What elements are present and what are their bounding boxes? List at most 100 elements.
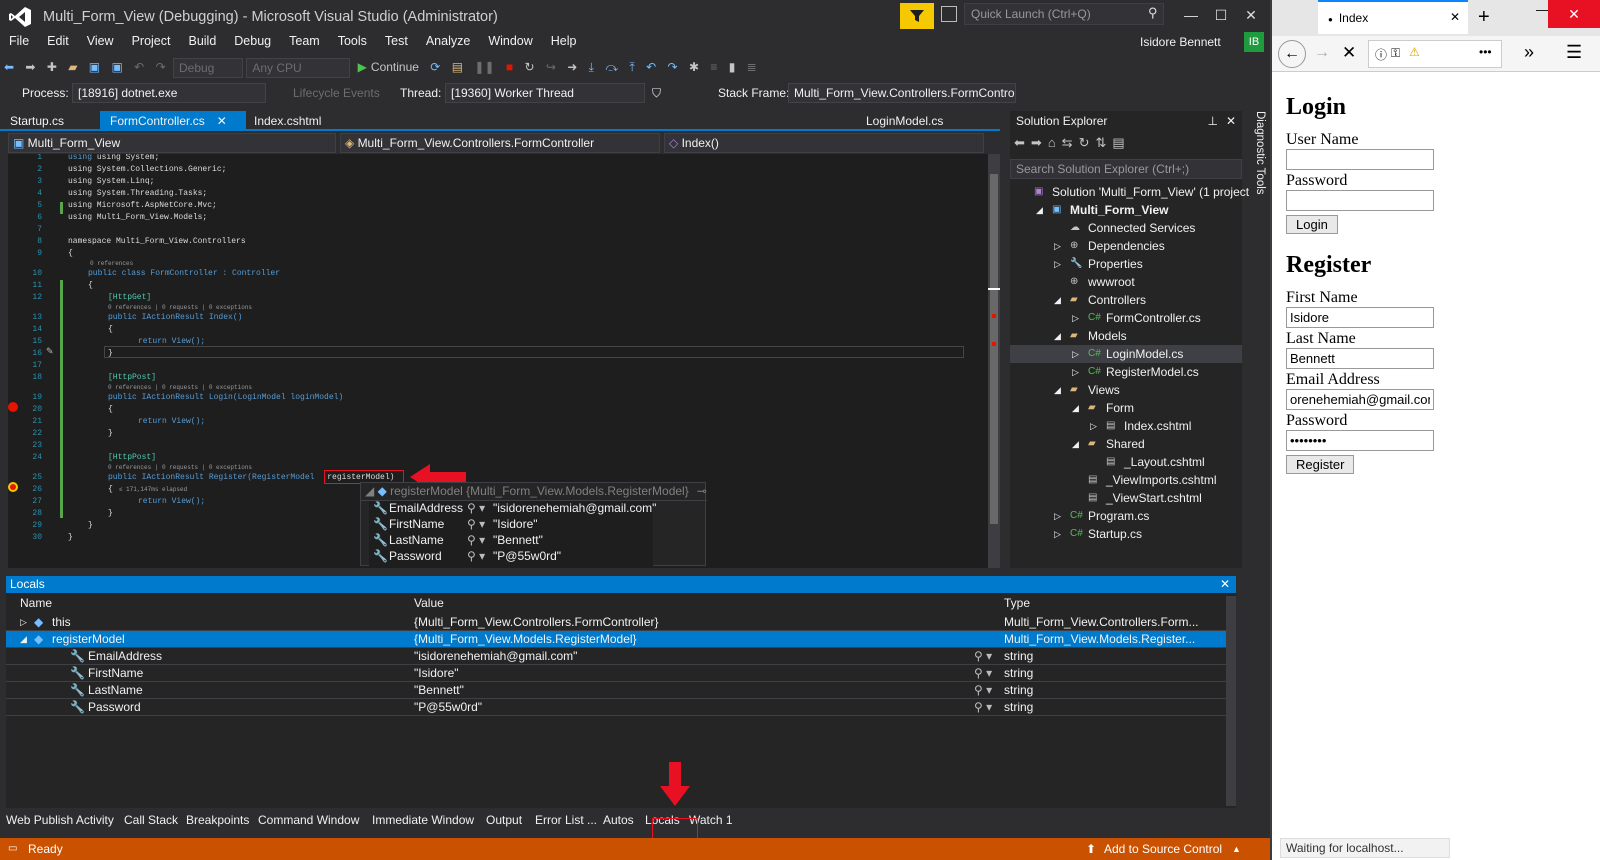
- warning-icon[interactable]: ⚠: [1409, 45, 1420, 59]
- datatip-row[interactable]: 🔧 LastName ⚲ ▾ "Bennett": [369, 533, 653, 549]
- process-dropdown[interactable]: [18916] dotnet.exe: [72, 83, 266, 103]
- stop-loading-icon[interactable]: ✕: [1342, 43, 1356, 63]
- tree-item[interactable]: ⊕ wwwroot: [1010, 273, 1242, 291]
- close-button[interactable]: ✕: [1548, 0, 1600, 28]
- platform-dropdown[interactable]: Any CPU: [246, 57, 351, 78]
- menu-tools[interactable]: Tools: [329, 32, 376, 50]
- tool-tab-web-publish-activity[interactable]: Web Publish Activity: [6, 813, 114, 827]
- info-icon[interactable]: ⓘ: [1375, 46, 1387, 63]
- datatip[interactable]: ◢ ◆ registerModel {Multi_Form_View.Model…: [360, 482, 707, 567]
- register-button[interactable]: Register: [1286, 455, 1355, 474]
- editor-scrollbar[interactable]: [988, 154, 1000, 568]
- step-into-icon[interactable]: ⤓: [585, 54, 598, 80]
- local-value[interactable]: {Multi_Form_View.Controllers.FormControl…: [414, 614, 659, 631]
- stack-frame-dropdown[interactable]: Multi_Form_View.Controllers.FormContro: [788, 83, 1016, 103]
- tree-item[interactable]: ▷ C# LoginModel.cs: [1010, 345, 1242, 363]
- hot-reload-icon[interactable]: ▤: [448, 54, 467, 80]
- bookmark-icon[interactable]: ▮: [725, 54, 740, 80]
- feedback-filter-icon[interactable]: [900, 3, 934, 29]
- pause-icon[interactable]: ❚❚: [470, 54, 498, 80]
- new-tab-icon[interactable]: +: [1478, 6, 1490, 29]
- avatar[interactable]: IB: [1244, 32, 1264, 52]
- threads-icon[interactable]: ≡: [706, 54, 721, 80]
- menu-team[interactable]: Team: [280, 32, 329, 50]
- page-actions-icon[interactable]: •••: [1479, 45, 1492, 59]
- current-statement-breakpoint-icon[interactable]: [8, 482, 18, 492]
- user-name[interactable]: Isidore Bennett: [1140, 35, 1221, 49]
- tree-item[interactable]: ▷ C# Startup.cs: [1010, 525, 1242, 543]
- register-password-field[interactable]: [1286, 430, 1434, 451]
- maximize-button[interactable]: ☐: [1206, 4, 1236, 26]
- step-out-icon[interactable]: ⤒: [625, 54, 638, 80]
- last-name-field[interactable]: [1286, 348, 1434, 369]
- menu-build[interactable]: Build: [179, 32, 225, 50]
- table-row[interactable]: 🔧 LastName "Bennett" string ⚲ ▾: [6, 682, 1228, 699]
- datatip-row-value[interactable]: "Bennett": [493, 533, 543, 547]
- tab-index[interactable]: Index.cshtml: [244, 111, 331, 131]
- expander-icon[interactable]: ◢: [1054, 381, 1061, 399]
- expander-icon[interactable]: ▷: [1072, 363, 1079, 381]
- tab-formcontroller[interactable]: FormController.cs ✕: [100, 111, 246, 131]
- home-icon[interactable]: ⌂: [1048, 135, 1062, 150]
- tree-item[interactable]: ◢ ▰ Shared: [1010, 435, 1242, 453]
- key-icon[interactable]: ⚿: [1391, 46, 1400, 61]
- close-icon[interactable]: ✕: [217, 114, 227, 128]
- magnifier-icon[interactable]: ⚲ ▾: [974, 699, 992, 716]
- datatip-row[interactable]: 🔧 Password ⚲ ▾ "P@55w0rd": [369, 549, 653, 565]
- forward-icon[interactable]: ➡: [1031, 135, 1048, 150]
- local-value[interactable]: "P@55w0rd": [414, 699, 482, 716]
- menu-debug[interactable]: Debug: [225, 32, 280, 50]
- tool-tab-immediate-window[interactable]: Immediate Window: [372, 813, 474, 827]
- collapse-all-icon[interactable]: ▤: [1112, 135, 1130, 150]
- column-name[interactable]: Name: [20, 596, 52, 610]
- back-icon[interactable]: ←: [1278, 40, 1306, 68]
- expander-icon[interactable]: ◢: [1072, 435, 1079, 453]
- magnifier-icon[interactable]: ⚲ ▾: [467, 533, 485, 547]
- lifecycle-events-dropdown[interactable]: Lifecycle Events: [293, 80, 380, 106]
- code-text[interactable]: using using System; using System.Collect…: [68, 154, 394, 542]
- menu-edit[interactable]: Edit: [38, 32, 78, 50]
- local-value[interactable]: "isidorenehemiah@gmail.com": [414, 648, 577, 665]
- table-row[interactable]: 🔧 EmailAddress "isidorenehemiah@gmail.com"…: [6, 648, 1228, 665]
- member-dropdown[interactable]: ◇ Index(): [664, 133, 984, 153]
- redo-debug-icon[interactable]: ↷: [664, 54, 682, 80]
- menu-file[interactable]: File: [0, 32, 38, 50]
- breakpoint-icon[interactable]: [8, 402, 18, 412]
- tree-item[interactable]: ◢ ▰ Form: [1010, 399, 1242, 417]
- tool-tab-command-window[interactable]: Command Window: [258, 813, 359, 827]
- pin-icon[interactable]: ⊸: [697, 484, 707, 498]
- pin-icon[interactable]: ⊥: [1208, 114, 1218, 128]
- magnifier-icon[interactable]: ⚲ ▾: [467, 501, 485, 515]
- local-value[interactable]: "Bennett": [414, 682, 464, 699]
- solution-search-input[interactable]: Search Solution Explorer (Ctrl+;): [1010, 159, 1242, 179]
- save-all-icon[interactable]: ▣: [107, 54, 126, 80]
- expander-icon[interactable]: ◢: [1054, 327, 1061, 345]
- code-editor[interactable]: 1 2 3 4 5 6 7 8 9 10 11 12 13 14 15 16 17 18 19 20 21 22 23 24 2…: [8, 154, 1000, 568]
- menu-project[interactable]: Project: [123, 32, 180, 50]
- forward-icon[interactable]: ➡: [21, 54, 39, 80]
- tree-item[interactable]: ▷ ⊕ Dependencies: [1010, 237, 1242, 255]
- menu-window[interactable]: Window: [479, 32, 541, 50]
- user-name-field[interactable]: [1286, 149, 1434, 170]
- tree-item[interactable]: ▤ _Layout.cshtml: [1010, 453, 1242, 471]
- undo-debug-icon[interactable]: ↶: [642, 54, 660, 80]
- history-icon[interactable]: ↻: [1079, 135, 1096, 150]
- project-dropdown[interactable]: ▣ Multi_Form_View: [8, 133, 336, 153]
- local-value[interactable]: {Multi_Form_View.Models.RegisterModel}: [414, 631, 637, 648]
- url-bar[interactable]: ⓘ ⚿ ⚠ •••: [1368, 40, 1502, 68]
- table-row[interactable]: ▷ ◆ this {Multi_Form_View.Controllers.FormC…: [6, 614, 1228, 631]
- datatip-header[interactable]: ◢ ◆ registerModel {Multi_Form_View.Model…: [361, 483, 707, 501]
- email-field[interactable]: [1286, 389, 1434, 410]
- thread-filter-icon[interactable]: ⛉: [652, 80, 661, 106]
- locals-scrollbar[interactable]: [1226, 596, 1236, 806]
- tree-item[interactable]: ▷ ▤ Index.cshtml: [1010, 417, 1242, 435]
- tree-item[interactable]: ◢ ▰ Controllers: [1010, 291, 1242, 309]
- tool-tab-call-stack[interactable]: Call Stack: [124, 813, 178, 827]
- redo-icon[interactable]: ↷: [152, 54, 170, 80]
- add-to-source-control-button[interactable]: Add to Source Control: [1104, 838, 1222, 860]
- magnifier-icon[interactable]: ⚲ ▾: [974, 648, 992, 665]
- expander-icon[interactable]: ▷: [20, 614, 27, 631]
- expander-icon[interactable]: ▷: [1072, 309, 1079, 327]
- magnifier-icon[interactable]: ⚲ ▾: [974, 665, 992, 682]
- tree-item[interactable]: ▷ 🔧 Properties: [1010, 255, 1242, 273]
